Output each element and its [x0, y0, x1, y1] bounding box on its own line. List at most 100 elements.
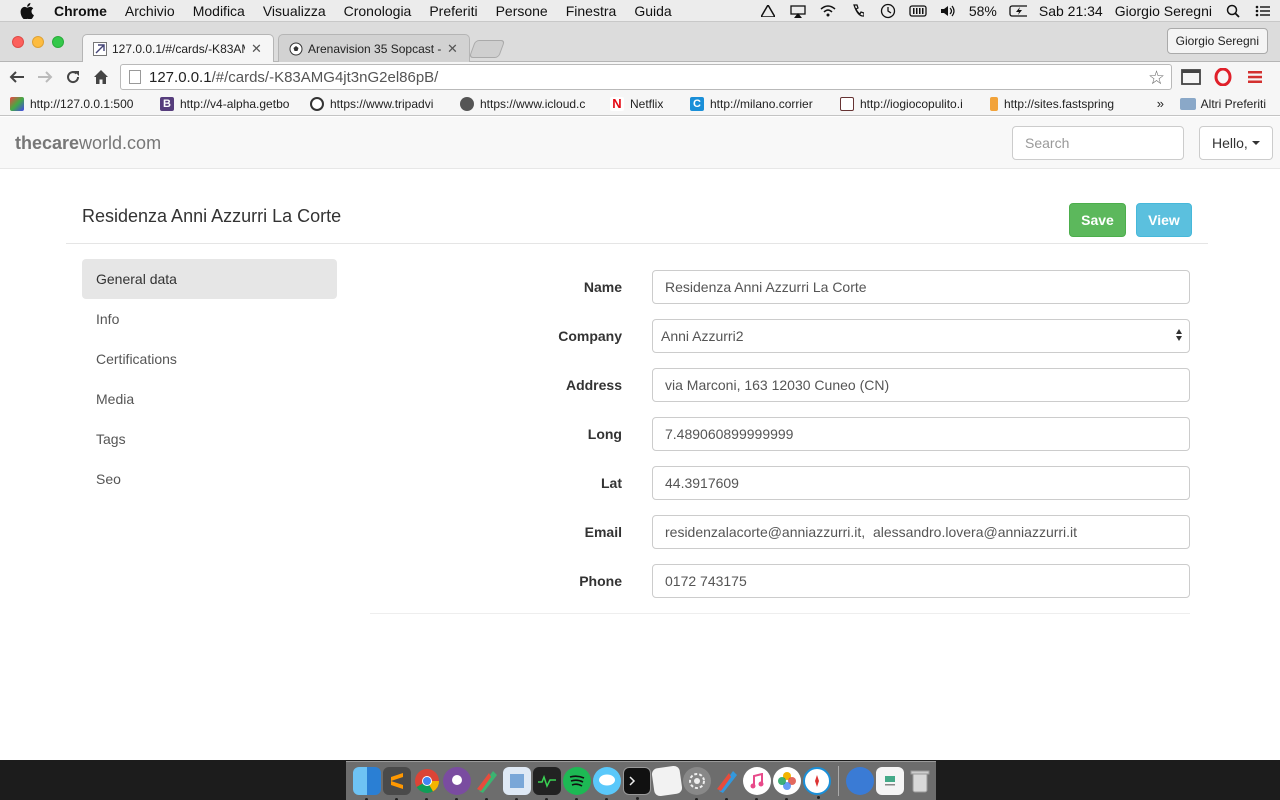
activity-monitor-icon[interactable] — [533, 767, 561, 800]
spotify-icon[interactable] — [563, 767, 591, 800]
corriere-icon: C — [690, 96, 704, 111]
user-dropdown[interactable]: Hello, — [1199, 126, 1273, 160]
menu-visualizza[interactable]: Visualizza — [263, 3, 326, 19]
nav-item-seo[interactable]: Seo — [82, 459, 337, 499]
menu-cronologia[interactable]: Cronologia — [344, 3, 412, 19]
phone-input[interactable]: 0172 743175 — [652, 564, 1190, 598]
spotlight-search-icon[interactable] — [1224, 4, 1242, 18]
site-brand[interactable]: thecareworld.com — [15, 133, 161, 154]
nav-item-general-data[interactable]: General data — [82, 259, 337, 299]
textedit-icon[interactable] — [651, 765, 683, 797]
bootstrap-icon: B — [160, 96, 174, 111]
select-arrows-icon — [1175, 329, 1183, 341]
reload-icon[interactable] — [62, 66, 84, 88]
caret-down-icon — [1251, 141, 1260, 145]
forward-arrow-icon[interactable] — [34, 66, 56, 88]
battery-charging-icon[interactable] — [1009, 4, 1027, 18]
home-icon[interactable] — [90, 66, 112, 88]
battery-percent[interactable]: 58% — [969, 3, 997, 19]
opera-icon[interactable] — [1212, 66, 1234, 88]
email-input[interactable]: residenzalacorte@anniazzurri.it, alessan… — [652, 515, 1190, 549]
menu-modifica[interactable]: Modifica — [193, 3, 245, 19]
netflix-icon: N — [610, 96, 624, 111]
bookmark-item[interactable]: https://www.icloud.c — [460, 96, 600, 111]
bookmark-item[interactable]: http://127.0.0.1:500 — [10, 96, 150, 111]
time-machine-icon[interactable] — [879, 3, 897, 19]
wifi-icon[interactable] — [819, 4, 837, 18]
latitude-input[interactable]: 44.3917609 — [652, 466, 1190, 500]
window-minimize-button[interactable] — [32, 36, 44, 48]
itunes-icon[interactable] — [743, 767, 771, 800]
address-input[interactable]: via Marconi, 163 12030 Cuneo (CN) — [652, 368, 1190, 402]
notification-center-icon[interactable] — [1254, 4, 1272, 18]
longitude-input[interactable]: 7.489060899999999 — [652, 417, 1190, 451]
bookmark-item[interactable]: https://www.tripadvi — [310, 96, 450, 111]
form-row-name: Name Residenza Anni Azzurri La Corte — [370, 270, 1190, 304]
profile-button[interactable]: Giorgio Seregni — [1166, 28, 1268, 54]
phone-icon[interactable] — [849, 4, 867, 18]
view-button[interactable]: View — [1136, 203, 1192, 237]
bookmark-item[interactable]: Chttp://milano.corrier — [690, 96, 830, 111]
search-input[interactable] — [1012, 126, 1184, 160]
divider — [66, 243, 1208, 244]
menu-archivio[interactable]: Archivio — [125, 3, 175, 19]
menu-meter-icon[interactable] — [909, 4, 927, 18]
address-bar[interactable]: 127.0.0.1/#/cards/-K83AMG4jt3nG2el86pB/ … — [120, 64, 1172, 90]
document-icon[interactable] — [876, 767, 904, 795]
menu-guida[interactable]: Guida — [634, 3, 671, 19]
bookmark-item[interactable]: http://iogiocopulito.i — [840, 96, 980, 111]
menubar-user[interactable]: Giorgio Seregni — [1115, 3, 1212, 19]
bookmark-favicon-icon — [10, 96, 24, 111]
nav-item-info[interactable]: Info — [82, 299, 337, 339]
menu-app-name[interactable]: Chrome — [54, 3, 107, 19]
app-icon-2[interactable] — [713, 767, 741, 800]
bookmark-item[interactable]: Bhttp://v4-alpha.getbo — [160, 96, 300, 111]
menu-preferiti[interactable]: Preferiti — [429, 3, 477, 19]
tab-close-icon[interactable]: ✕ — [251, 41, 263, 57]
safari-icon[interactable] — [803, 767, 831, 799]
bookmark-item[interactable]: N Netflix — [610, 96, 680, 111]
menu-finestra[interactable]: Finestra — [566, 3, 617, 19]
airplay-icon[interactable] — [789, 4, 807, 18]
bookmark-star-icon[interactable]: ☆ — [1148, 67, 1165, 90]
bookmarks-overflow-button[interactable]: » — [1157, 96, 1164, 111]
chrome-icon[interactable] — [413, 767, 441, 800]
other-bookmarks-folder[interactable]: Altri Preferiti — [1179, 97, 1266, 111]
finder-icon[interactable] — [353, 767, 381, 800]
name-input[interactable]: Residenza Anni Azzurri La Corte — [652, 270, 1190, 304]
company-select[interactable]: Anni Azzurri2 — [652, 319, 1190, 353]
back-arrow-icon[interactable] — [6, 66, 28, 88]
photos-icon[interactable] — [773, 767, 801, 800]
messages-icon[interactable] — [593, 767, 621, 800]
new-tab-button[interactable] — [468, 40, 506, 58]
tab-arenavision[interactable]: Arenavision 35 Sopcast - L ✕ — [278, 34, 470, 62]
bookmark-item[interactable]: http://sites.fastspring — [990, 96, 1130, 111]
save-button[interactable]: Save — [1069, 203, 1126, 237]
tab-current[interactable]: 127.0.0.1/#/cards/-K83AM ✕ — [82, 34, 274, 63]
network-icon[interactable] — [846, 767, 874, 795]
trash-icon[interactable] — [906, 767, 934, 795]
github-icon[interactable] — [443, 767, 471, 800]
iogiocopulito-icon — [840, 96, 854, 111]
system-preferences-icon[interactable] — [683, 767, 711, 800]
nav-item-certifications[interactable]: Certifications — [82, 339, 337, 379]
volume-icon[interactable] — [939, 4, 957, 18]
company-select-value: Anni Azzurri2 — [661, 328, 744, 344]
browser-tabstrip: 127.0.0.1/#/cards/-K83AM ✕ Arenavision 3… — [0, 22, 1280, 63]
divider — [370, 613, 1190, 614]
cast-icon[interactable] — [1180, 66, 1202, 88]
window-zoom-button[interactable] — [52, 36, 64, 48]
terminal-icon[interactable] — [623, 767, 651, 800]
clock[interactable]: Sab 21:34 — [1039, 3, 1103, 19]
nav-item-tags[interactable]: Tags — [82, 419, 337, 459]
drive-icon[interactable] — [759, 4, 777, 18]
window-close-button[interactable] — [12, 36, 24, 48]
apple-icon[interactable] — [20, 2, 38, 19]
chrome-menu-icon[interactable] — [1244, 66, 1266, 88]
menu-persone[interactable]: Persone — [496, 3, 548, 19]
nav-item-media[interactable]: Media — [82, 379, 337, 419]
preview-icon[interactable] — [503, 767, 531, 800]
tab-close-icon[interactable]: ✕ — [447, 41, 459, 57]
app-icon[interactable] — [473, 767, 501, 800]
sublime-icon[interactable] — [383, 767, 411, 800]
